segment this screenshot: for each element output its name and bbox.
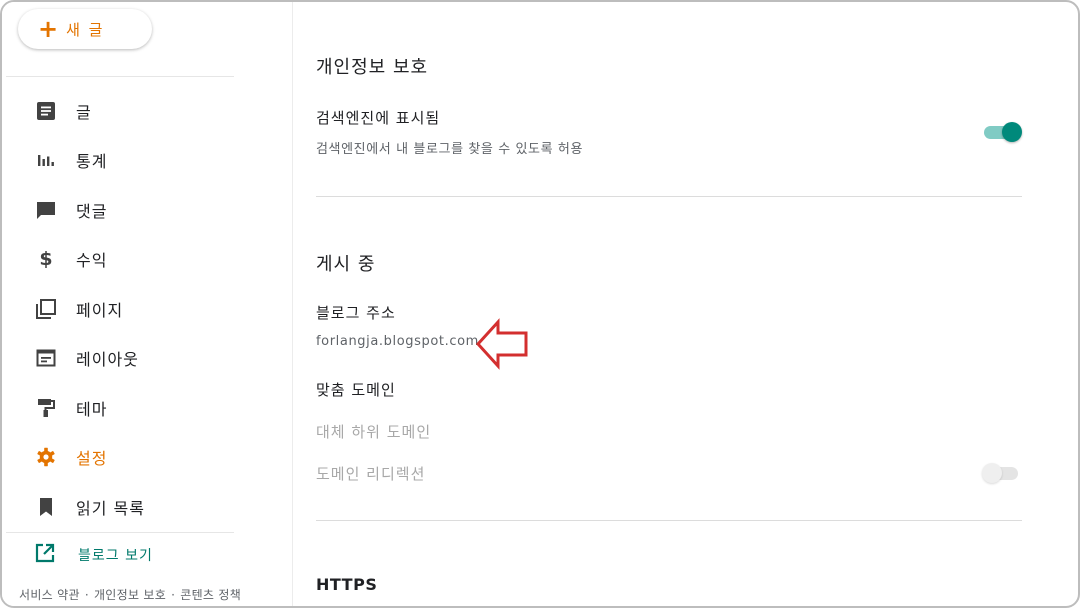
annotation-arrow-icon bbox=[475, 318, 530, 374]
sidebar-item-pages[interactable]: 페이지 bbox=[2, 284, 292, 334]
search-visible-title[interactable]: 검색엔진에 표시됨 bbox=[316, 107, 440, 128]
pages-icon bbox=[34, 297, 58, 321]
search-visible-description: 검색엔진에서 내 블로그를 찾을 수 있도록 허용 bbox=[316, 142, 584, 157]
sidebar-item-theme[interactable]: 테마 bbox=[2, 383, 292, 433]
stats-icon bbox=[34, 148, 58, 172]
sidebar-item-label: 테마 bbox=[76, 399, 108, 419]
content-policy-link[interactable]: 콘텐츠 정책 bbox=[180, 588, 241, 602]
sidebar-item-label: 레이아웃 bbox=[76, 350, 139, 370]
domain-redirect-title: 도메인 리디렉션 bbox=[316, 465, 426, 483]
view-blog-link[interactable]: 블로그 보기 bbox=[34, 542, 153, 568]
comment-icon bbox=[34, 198, 58, 222]
custom-domain-title[interactable]: 맞춤 도메인 bbox=[316, 379, 396, 400]
privacy-link[interactable]: 개인정보 보호 bbox=[94, 588, 166, 602]
sidebar-item-label: 읽기 목록 bbox=[76, 498, 145, 518]
privacy-section-title: 개인정보 보호 bbox=[316, 57, 429, 78]
https-section-title: HTTPS bbox=[316, 575, 378, 594]
sidebar-item-label: 설정 bbox=[76, 449, 108, 469]
toggle-knob bbox=[982, 463, 1002, 483]
toggle-knob bbox=[1002, 122, 1022, 142]
sidebar-nav: 글 통계 댓글 $ 수익 페이지 레이아웃 테마 설정 읽기 목록 bbox=[2, 86, 292, 532]
posts-icon bbox=[34, 99, 58, 123]
sidebar-item-label: 통계 bbox=[76, 152, 108, 172]
sidebar-item-earnings[interactable]: $ 수익 bbox=[2, 235, 292, 285]
domain-redirect-toggle bbox=[982, 463, 1022, 483]
sidebar-item-comments[interactable]: 댓글 bbox=[2, 185, 292, 235]
search-visible-toggle[interactable] bbox=[982, 122, 1022, 142]
sidebar-footer: 서비스 약관 · 개인정보 보호 · 콘텐츠 정책 bbox=[19, 586, 241, 603]
sidebar-item-label: 글 bbox=[76, 102, 92, 122]
footer-separator: · bbox=[84, 588, 89, 602]
sidebar-item-layout[interactable]: 레이아웃 bbox=[2, 334, 292, 384]
sidebar: + 새 글 글 통계 댓글 $ 수익 페이지 레이아웃 테마 설정 읽기 목록 … bbox=[2, 2, 293, 606]
fallback-subdomain-title: 대체 하위 도메인 bbox=[316, 423, 432, 441]
blogger-settings-window: + 새 글 글 통계 댓글 $ 수익 페이지 레이아웃 테마 설정 읽기 목록 … bbox=[0, 0, 1080, 608]
sidebar-item-posts[interactable]: 글 bbox=[2, 86, 292, 136]
sidebar-item-stats[interactable]: 통계 bbox=[2, 136, 292, 186]
view-blog-label: 블로그 보기 bbox=[78, 548, 153, 564]
sidebar-divider-top bbox=[6, 76, 234, 77]
sidebar-item-label: 페이지 bbox=[76, 300, 124, 320]
theme-roller-icon bbox=[34, 396, 58, 420]
gear-icon bbox=[34, 445, 58, 469]
plus-icon: + bbox=[38, 15, 59, 43]
sidebar-divider-bottom bbox=[6, 532, 234, 533]
dollar-icon: $ bbox=[39, 248, 53, 271]
sidebar-item-settings[interactable]: 설정 bbox=[2, 433, 292, 483]
bookmark-icon bbox=[34, 495, 58, 519]
new-post-label: 새 글 bbox=[66, 20, 105, 39]
blog-address-value: forlangja.blogspot.com bbox=[316, 334, 479, 349]
open-in-new-icon bbox=[34, 542, 56, 568]
new-post-button[interactable]: + 새 글 bbox=[18, 9, 152, 49]
terms-link[interactable]: 서비스 약관 bbox=[19, 588, 80, 602]
blog-address-title[interactable]: 블로그 주소 bbox=[316, 302, 396, 323]
sidebar-item-reading-list[interactable]: 읽기 목록 bbox=[2, 482, 292, 532]
section-divider bbox=[316, 196, 1022, 197]
publishing-section-title: 게시 중 bbox=[316, 254, 376, 275]
footer-separator: · bbox=[171, 588, 176, 602]
sidebar-item-label: 댓글 bbox=[76, 201, 108, 221]
sidebar-item-label: 수익 bbox=[76, 251, 108, 271]
section-divider bbox=[316, 520, 1022, 521]
layout-icon bbox=[34, 346, 58, 370]
